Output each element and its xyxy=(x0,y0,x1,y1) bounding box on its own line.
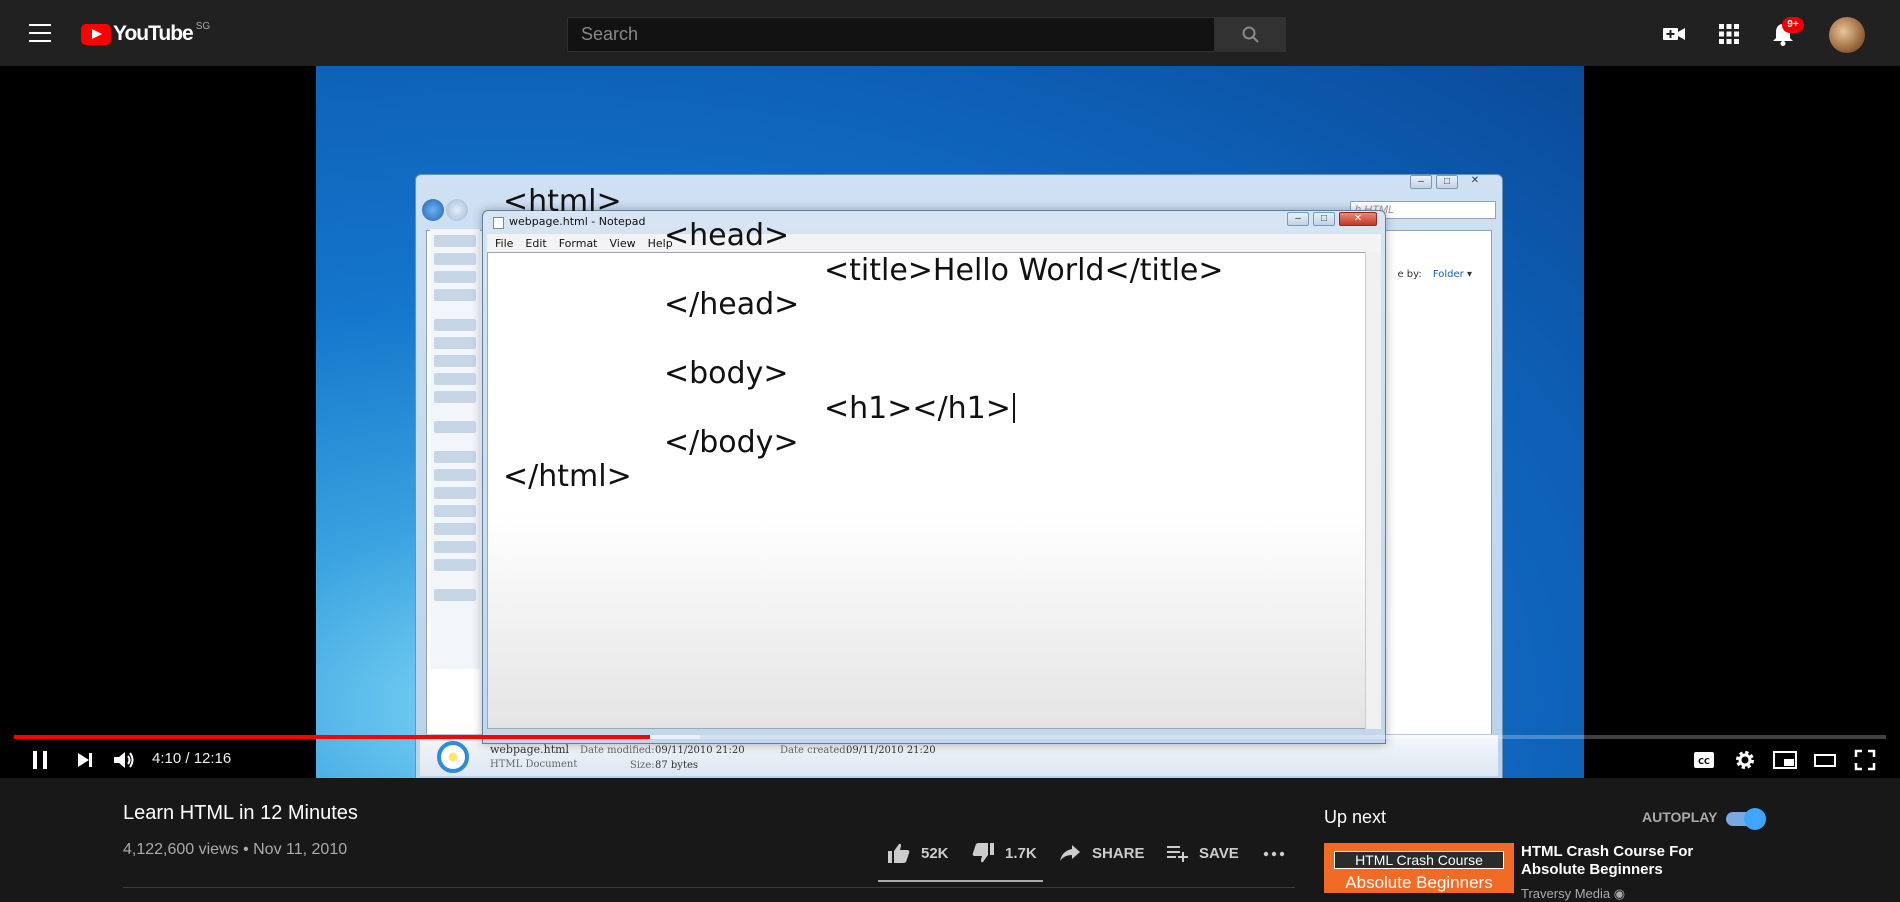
code-line: </head> xyxy=(664,287,800,322)
video-player[interactable]: –□✕ h HTML e by: Folder ▾ webpage.html H… xyxy=(0,66,1900,778)
file-size: 87 bytes xyxy=(655,760,699,771)
code-line-cursor: <h1></h1> xyxy=(824,391,1015,426)
country-code: SG xyxy=(195,20,211,32)
code-line: </html> xyxy=(503,459,632,494)
code-line: <head> xyxy=(664,218,790,253)
masthead: YouTube SG 9+ xyxy=(0,0,1900,66)
ie-file-icon xyxy=(437,741,469,773)
search-box xyxy=(567,17,1215,52)
date-created: 09/11/2010 21:20 xyxy=(846,745,936,756)
progress-played xyxy=(14,735,651,739)
video-meta: 4,122,600 views • Nov 11, 2010 xyxy=(123,841,348,858)
next-icon[interactable] xyxy=(74,748,96,772)
autoplay-toggle-knob[interactable] xyxy=(1744,808,1766,830)
notepad-window-controls: – □ ✕ xyxy=(1287,212,1377,226)
thumbs-up-icon xyxy=(888,843,910,863)
save-button[interactable]: SAVE xyxy=(1165,842,1239,864)
like-count: 52K xyxy=(921,844,949,862)
menu-icon[interactable] xyxy=(29,24,51,42)
notepad-menu-edit: Edit xyxy=(525,236,547,250)
avatar[interactable] xyxy=(1829,17,1865,53)
code-line: <title>Hello World</title> xyxy=(824,253,1224,288)
youtube-logo[interactable]: YouTube SG xyxy=(81,20,211,46)
fullscreen-icon[interactable] xyxy=(1853,748,1877,772)
more-actions-button[interactable] xyxy=(1262,842,1286,864)
playlist-add-icon xyxy=(1167,846,1188,862)
notepad-menu-bar: File Edit Format View Help xyxy=(487,234,1381,252)
search-input[interactable] xyxy=(568,18,1214,51)
logo-text: YouTube xyxy=(113,22,194,45)
code-line: <body> xyxy=(664,356,789,391)
svg-text:CC: CC xyxy=(1698,757,1710,766)
thumb-text-line2: Absolute Beginners xyxy=(1345,873,1493,892)
file-type: HTML Document xyxy=(490,759,578,770)
share-button[interactable]: SHARE xyxy=(1058,842,1145,864)
next-video-title[interactable]: HTML Crash Course For Absolute Beginners xyxy=(1521,843,1721,879)
code-line: </body> xyxy=(664,425,799,460)
theater-mode-icon[interactable] xyxy=(1812,748,1838,772)
arrange-by: e by: Folder ▾ xyxy=(1397,269,1472,280)
share-label: SHARE xyxy=(1092,844,1145,862)
search-button[interactable] xyxy=(1214,17,1286,52)
save-label: SAVE xyxy=(1199,844,1239,862)
notepad-menu-file: File xyxy=(495,236,514,250)
video-title: Learn HTML in 12 Minutes xyxy=(123,802,358,824)
settings-gear-icon[interactable] xyxy=(1733,748,1757,772)
search-icon xyxy=(1242,26,1259,43)
thumbs-down-icon xyxy=(972,843,994,863)
pause-icon[interactable] xyxy=(28,748,52,772)
notepad-scrollbar xyxy=(1365,252,1381,729)
date-created-label: Date created: xyxy=(780,745,850,756)
next-video-channel: Traversy Media ◉ xyxy=(1521,886,1626,901)
forward-arrow-icon xyxy=(446,199,468,221)
dislike-button[interactable]: 1.7K xyxy=(971,842,1037,864)
file-name: webpage.html xyxy=(490,743,570,756)
next-video-thumbnail[interactable]: HTML Crash Course Absolute Beginners xyxy=(1324,843,1514,893)
youtube-play-icon xyxy=(81,23,111,45)
thumb-text-line1: HTML Crash Course xyxy=(1334,851,1504,869)
back-arrow-icon xyxy=(422,199,444,221)
miniplayer-icon[interactable] xyxy=(1772,748,1798,772)
date-modified: 09/11/2010 21:20 xyxy=(655,745,745,756)
notification-badge: 9+ xyxy=(1782,17,1804,33)
notepad-menu-view: View xyxy=(609,236,636,250)
size-label: Size: xyxy=(630,760,655,771)
notepad-menu-format: Format xyxy=(558,236,598,250)
captions-icon[interactable]: CC xyxy=(1692,748,1716,772)
create-video-icon[interactable] xyxy=(1661,21,1687,47)
sentiment-bar xyxy=(878,880,1043,882)
like-button[interactable]: 52K xyxy=(887,842,949,864)
explorer-window-controls: – □ ✕ xyxy=(1410,175,1488,189)
time-display: 4:10 / 12:16 xyxy=(152,750,232,767)
code-line: <html> xyxy=(503,184,622,219)
share-icon xyxy=(1060,845,1080,861)
up-next-label: Up next xyxy=(1324,807,1387,827)
divider xyxy=(123,887,1295,888)
explorer-sidebar xyxy=(430,229,480,669)
autoplay-label: AUTOPLAY xyxy=(1642,809,1718,825)
dislike-count: 1.7K xyxy=(1005,844,1037,862)
date-modified-label: Date modified: xyxy=(580,745,655,756)
apps-grid-icon[interactable] xyxy=(1716,21,1742,47)
more-horizontal-icon xyxy=(1263,851,1285,857)
volume-icon[interactable] xyxy=(111,748,137,772)
verified-icon: ◉ xyxy=(1613,886,1626,901)
